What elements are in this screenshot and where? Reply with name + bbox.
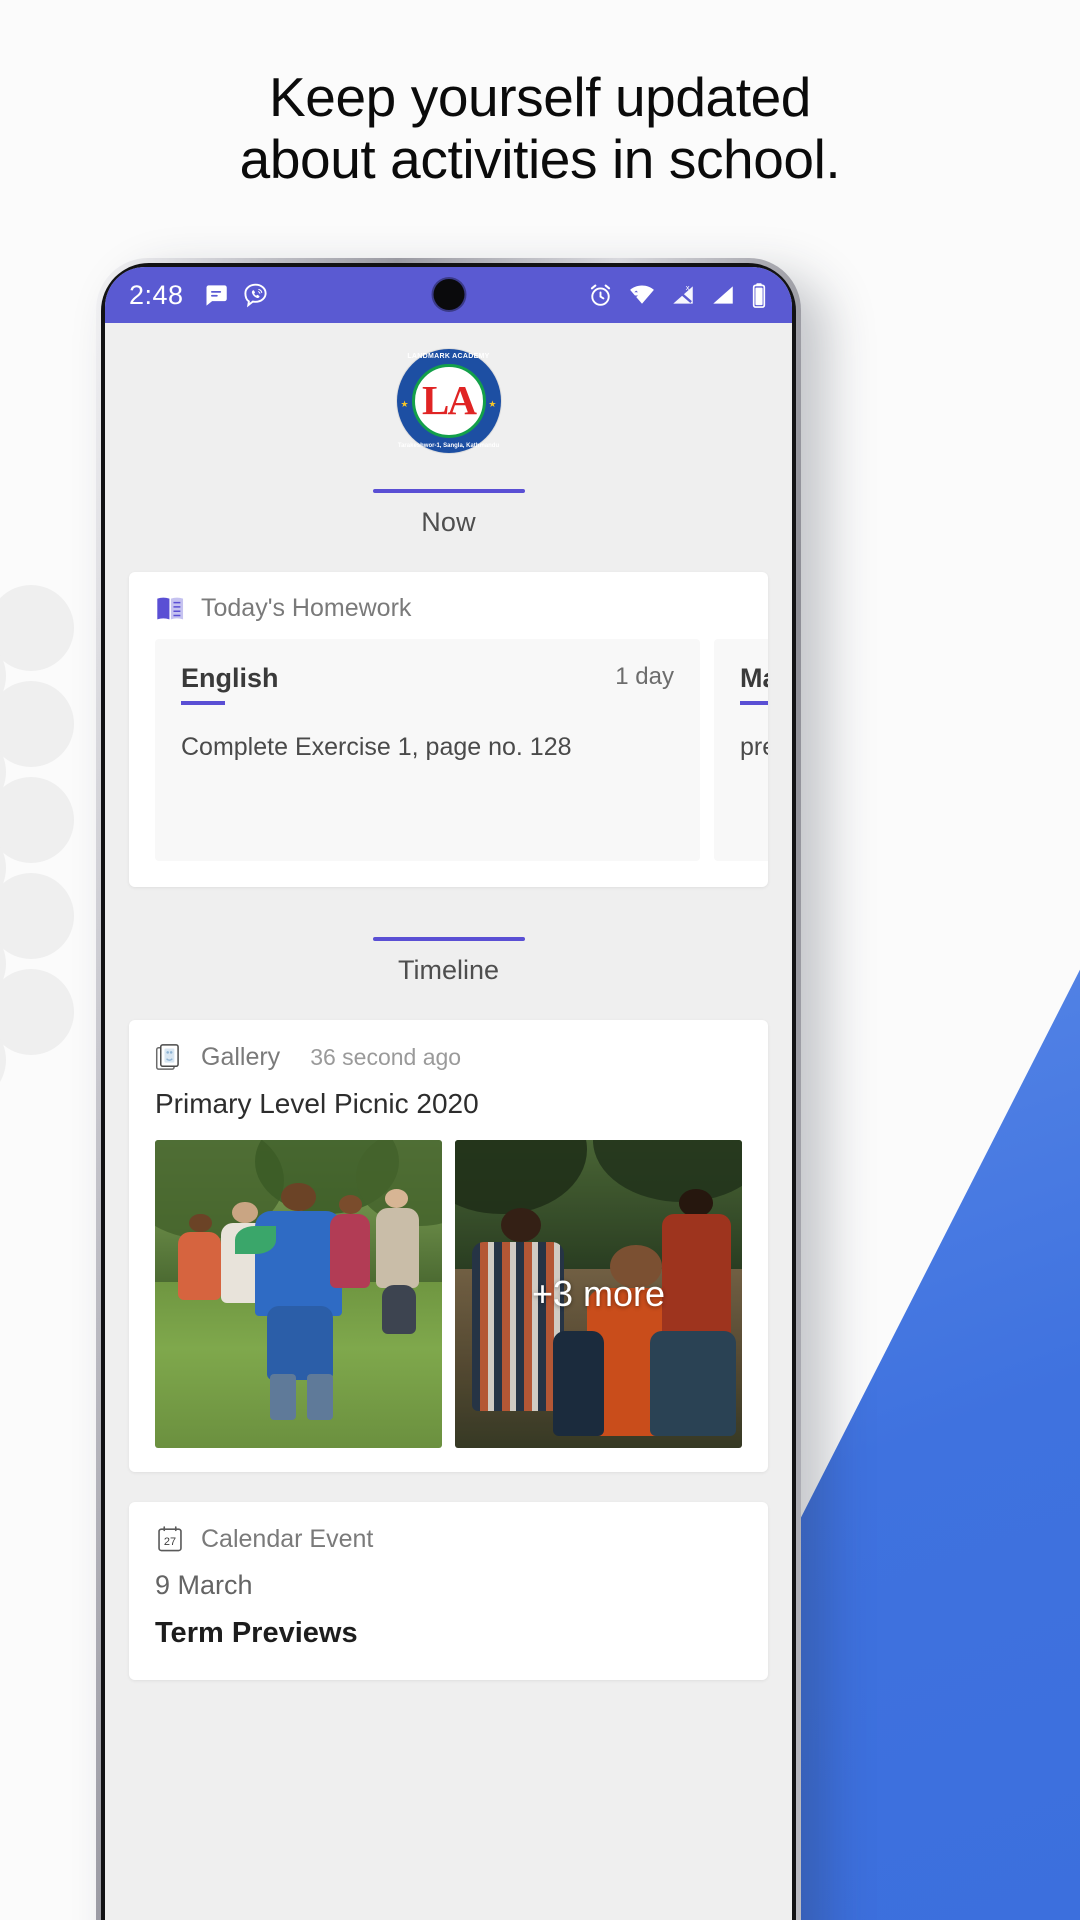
calendar-event-card[interactable]: 27 Calendar Event 9 March Term Previews [129, 1502, 768, 1680]
logo-arc-bottom: Tarakeshwor-1, Sangla, Kathmandu [397, 443, 500, 449]
gallery-icon [155, 1044, 179, 1070]
gallery-more-count: +3 more [455, 1140, 742, 1448]
homework-item[interactable]: Mathematics 1 day prepare for test [714, 639, 768, 861]
homework-description: prepare for test [740, 733, 768, 761]
homework-item[interactable]: English 1 day Complete Exercise 1, page … [155, 639, 700, 861]
phone-mockup: 2:48 x LANDMARK ACADEMY LA ★ ★ Tarakeshw… [96, 258, 801, 1920]
alarm-clock-icon [590, 284, 611, 306]
homework-subject-underline [181, 701, 225, 705]
status-bar-notification-icons [202, 282, 269, 309]
school-logo: LANDMARK ACADEMY LA ★ ★ Tarakeshwor-1, S… [396, 349, 501, 453]
logo-star-right: ★ [488, 399, 497, 409]
timeline-tab-indicator [372, 937, 525, 941]
front-camera-punch-hole [433, 279, 464, 310]
viber-call-icon [243, 283, 267, 307]
homework-list[interactable]: English 1 day Complete Exercise 1, page … [129, 633, 768, 861]
now-tab-indicator [372, 489, 525, 493]
gallery-thumbnail-more[interactable]: +3 more [455, 1140, 742, 1448]
gallery-source-label: Gallery [201, 1042, 281, 1071]
page-headline: Keep yourself updated about activities i… [0, 66, 1080, 190]
battery-icon [752, 282, 766, 308]
status-bar: 2:48 x [105, 267, 792, 323]
timeline-tab[interactable]: Timeline [105, 937, 792, 986]
svg-text:x: x [686, 283, 690, 292]
gallery-thumbnail-grid[interactable]: +3 more [129, 1120, 768, 1448]
homework-card-title: Today's Homework [201, 594, 412, 622]
signal-mute-icon: x [673, 283, 693, 304]
gallery-card-header: Gallery 36 second ago [129, 1020, 768, 1082]
logo-star-left: ★ [400, 399, 409, 409]
calendar-event-title: Term Previews [155, 1617, 358, 1649]
poster-canvas: Keep yourself updated about activities i… [0, 0, 1080, 1920]
status-bar-system-icons: x [587, 281, 768, 309]
app-header: LANDMARK ACADEMY LA ★ ★ Tarakeshwor-1, S… [105, 323, 792, 538]
headline-line-2: about activities in school. [239, 128, 841, 191]
app-content: LANDMARK ACADEMY LA ★ ★ Tarakeshwor-1, S… [105, 323, 792, 1920]
signal-bars-icon [713, 286, 733, 304]
message-bubble-icon [206, 284, 227, 306]
homework-subject: Mathematics [740, 663, 768, 693]
homework-due: 1 day [615, 663, 674, 690]
calendar-source-label: Calendar Event [201, 1524, 374, 1553]
phone-screen: 2:48 x LANDMARK ACADEMY LA ★ ★ Tarakeshw… [105, 267, 792, 1920]
calendar-icon: 27 [158, 1526, 182, 1552]
wifi-icon [630, 285, 654, 304]
calendar-event-date: 9 March [155, 1570, 253, 1600]
homework-description: Complete Exercise 1, page no. 128 [181, 733, 572, 761]
homework-card-header: Today's Homework [129, 572, 768, 633]
status-bar-clock: 2:48 [129, 279, 184, 310]
tab-now[interactable]: Now [421, 507, 476, 538]
gallery-thumbnail[interactable] [155, 1140, 442, 1448]
calendar-card-header: 27 Calendar Event [129, 1502, 768, 1564]
homework-subject-underline [740, 701, 768, 705]
todays-homework-card[interactable]: Today's Homework English 1 day Complete … [129, 572, 768, 887]
gallery-post-title: Primary Level Picnic 2020 [155, 1088, 479, 1119]
gallery-timeline-card[interactable]: Gallery 36 second ago Primary Level Picn… [129, 1020, 768, 1472]
gallery-timestamp: 36 second ago [310, 1043, 462, 1070]
headline-line-1: Keep yourself updated [268, 66, 811, 128]
svg-text:27: 27 [164, 1536, 176, 1548]
tab-timeline[interactable]: Timeline [398, 955, 499, 986]
homework-subject: English [181, 663, 279, 693]
book-icon [157, 597, 184, 619]
logo-monogram: LA [422, 377, 477, 423]
